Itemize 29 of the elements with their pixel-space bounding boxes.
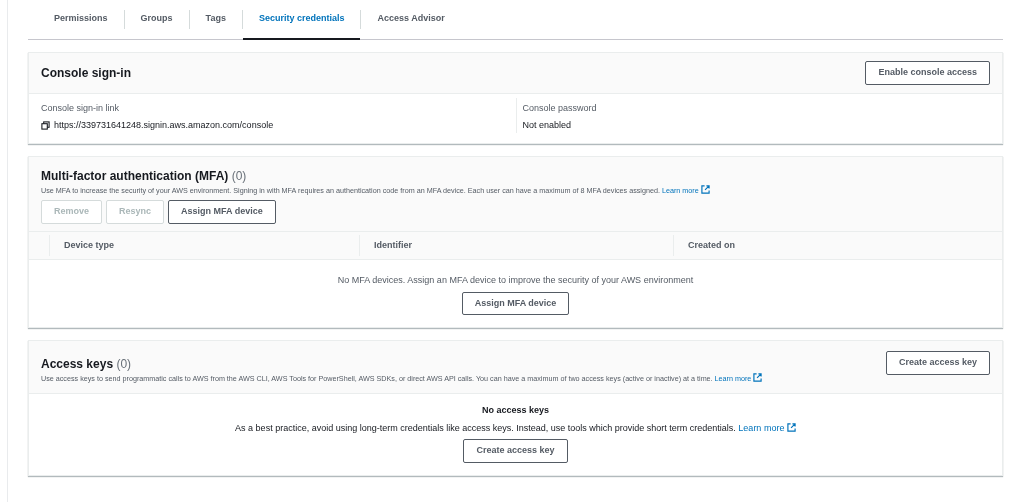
- create-access-key-button[interactable]: Create access key: [885, 351, 990, 375]
- external-link-icon: [700, 184, 710, 194]
- enable-console-access-button[interactable]: Enable console access: [865, 61, 990, 85]
- tab[interactable]: Access Advisor: [361, 0, 461, 40]
- column-header: Identifier: [359, 234, 673, 257]
- tab[interactable]: Permissions: [38, 0, 124, 40]
- external-link-icon: [786, 422, 796, 432]
- field-value: Not enabled: [522, 119, 572, 132]
- section-title: Access keys (0): [41, 356, 133, 374]
- mfa-action-button[interactable]: Assign MFA device: [168, 200, 276, 224]
- section-title: Console sign-in: [41, 64, 131, 82]
- copy-icon[interactable]: [41, 121, 50, 131]
- column-header: Created on: [673, 234, 1002, 257]
- empty-title: No access keys: [480, 404, 551, 418]
- count: (0): [116, 357, 132, 372]
- tab[interactable]: Groups: [124, 0, 189, 40]
- column-header: Device type: [49, 234, 359, 257]
- create-access-key-button[interactable]: Create access key: [463, 439, 568, 463]
- tab[interactable]: Security credentials: [242, 0, 361, 40]
- section-title: Multi-factor authentication (MFA) (0): [41, 167, 248, 185]
- field-label: Console password: [522, 101, 598, 115]
- assign-mfa-button[interactable]: Assign MFA device: [461, 291, 570, 316]
- learn-more-link[interactable]: Learn more: [738, 422, 796, 433]
- tab[interactable]: Tags: [189, 0, 242, 40]
- empty-message: No MFA devices. Assign an MFA device to improve the security of your AWS environment: [336, 274, 695, 288]
- field-label: Console sign-in link: [41, 101, 121, 115]
- count: (0): [231, 168, 247, 183]
- empty-description: As a best practice, avoid using long-term credentials like access keys. Instead, use tools which provide short term credentials. Learn more: [29, 421, 1002, 436]
- external-link-icon: [753, 373, 763, 383]
